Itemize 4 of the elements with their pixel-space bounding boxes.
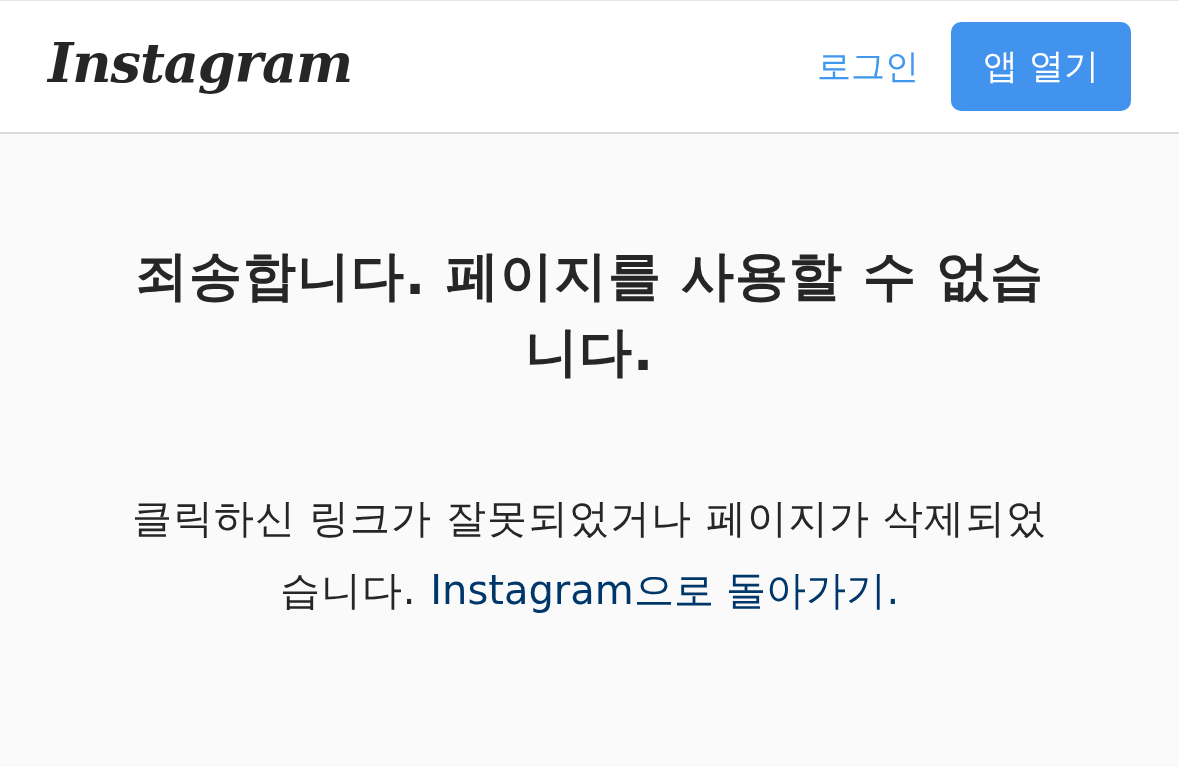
- back-to-instagram-link[interactable]: Instagram으로 돌아가기.: [430, 567, 900, 613]
- instagram-logo[interactable]: Instagram: [48, 35, 353, 98]
- error-message: 클릭하신 링크가 잘못되었거나 페이지가 삭제되었습니다. Instagram으로 돌아가기.: [130, 494, 1049, 615]
- error-title: 죄송합니다. 페이지를 사용할 수 없습니다.: [134, 244, 1045, 384]
